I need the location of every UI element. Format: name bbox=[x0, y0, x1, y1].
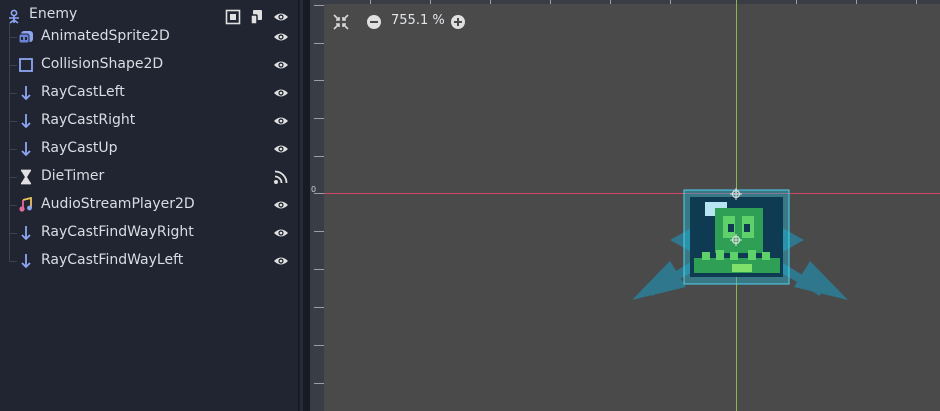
tree-item-label: Enemy bbox=[29, 6, 78, 22]
eye-icon[interactable] bbox=[273, 29, 289, 45]
panel-splitter[interactable] bbox=[298, 0, 310, 411]
eye-icon[interactable] bbox=[273, 113, 289, 129]
zoom-level[interactable]: 755.1 % bbox=[391, 13, 445, 28]
zoom-in-button[interactable] bbox=[450, 14, 466, 30]
center-view-icon[interactable] bbox=[332, 13, 350, 31]
tree-item-raycastright[interactable]: RayCastRight bbox=[0, 107, 298, 135]
tree-item-label: RayCastRight bbox=[41, 112, 136, 128]
tree-item-label: AudioStreamPlayer2D bbox=[41, 196, 195, 212]
tree-item-label: DieTimer bbox=[41, 168, 105, 184]
raycast-icon bbox=[21, 86, 31, 101]
eye-icon[interactable] bbox=[273, 197, 289, 213]
tree-item-label: CollisionShape2D bbox=[41, 56, 164, 72]
eye-icon[interactable] bbox=[273, 225, 289, 241]
tree-item-collisionshape2d[interactable]: CollisionShape2D bbox=[0, 51, 298, 79]
scene-tree-panel: Enemy AnimatedSprite2D CollisionShape2D … bbox=[0, 0, 298, 411]
ruler-origin-label: 0 bbox=[311, 185, 317, 194]
vertical-ruler: 0 bbox=[310, 0, 324, 411]
timer-icon bbox=[21, 169, 31, 185]
tree-item-raycastleft[interactable]: RayCastLeft bbox=[0, 79, 298, 107]
tree-item-dietimer[interactable]: DieTimer bbox=[0, 163, 298, 191]
tree-item-audiostreamplayer2d[interactable]: AudioStreamPlayer2D bbox=[0, 191, 298, 219]
tree-item-raycastup[interactable]: RayCastUp bbox=[0, 135, 298, 163]
raycast-icon bbox=[21, 226, 31, 241]
zoom-out-button[interactable] bbox=[366, 14, 382, 30]
tree-item-label: RayCastFindWayLeft bbox=[41, 252, 184, 268]
signal-icon[interactable] bbox=[273, 169, 289, 185]
raycast-icon bbox=[21, 142, 31, 157]
tree-item-raycastfindwayright[interactable]: RayCastFindWayRight bbox=[0, 219, 298, 247]
enemy-node-gizmo[interactable] bbox=[620, 180, 870, 310]
tree-item-label: RayCastUp bbox=[41, 140, 118, 156]
raycast-icon bbox=[21, 114, 31, 129]
raycast-icon bbox=[21, 254, 31, 269]
tree-item-label: RayCastLeft bbox=[41, 84, 125, 100]
eye-icon[interactable] bbox=[273, 85, 289, 101]
eye-icon[interactable] bbox=[273, 253, 289, 269]
collision-shape-icon bbox=[19, 58, 33, 72]
tree-item-animatedsprite2d[interactable]: AnimatedSprite2D bbox=[0, 23, 298, 51]
tree-item-label: AnimatedSprite2D bbox=[41, 28, 170, 44]
animated-sprite-icon bbox=[18, 31, 33, 44]
tree-item-label: RayCastFindWayRight bbox=[41, 224, 194, 240]
eye-icon[interactable] bbox=[273, 57, 289, 73]
tree-item-raycastfindwayleft[interactable]: RayCastFindWayLeft bbox=[0, 247, 298, 275]
canvas-viewport[interactable]: 0 755.1 % bbox=[310, 0, 940, 411]
audio-player-icon bbox=[19, 197, 32, 212]
eye-icon[interactable] bbox=[273, 141, 289, 157]
horizontal-ruler bbox=[310, 0, 940, 4]
